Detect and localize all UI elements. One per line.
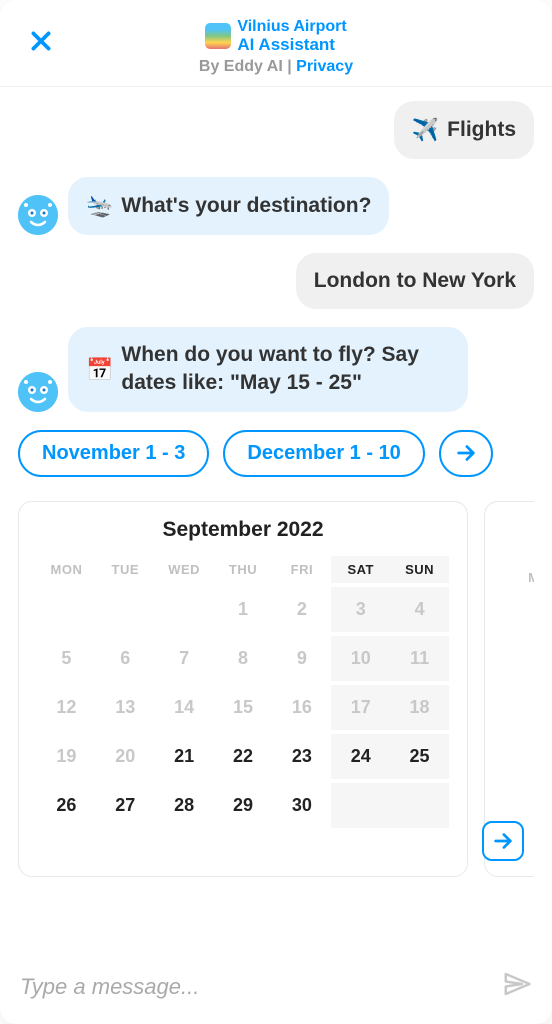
- calendar-icon: 📅: [86, 355, 113, 385]
- calendar-day: 7: [155, 636, 214, 681]
- title-line2: AI Assistant: [237, 36, 346, 55]
- date-chip[interactable]: November 1 - 3: [18, 430, 209, 477]
- calendar-day: 18: [390, 685, 449, 730]
- footer: [0, 949, 552, 1024]
- user-bubble: ✈️ Flights: [394, 101, 534, 159]
- calendar-row: September 2022 MONTUEWEDTHUFRISATSUN1234…: [18, 501, 534, 877]
- subtitle-sep: |: [283, 58, 296, 75]
- calendar-day: 5: [37, 636, 96, 681]
- message-text: Flights: [447, 116, 516, 144]
- calendar-day: [390, 783, 449, 828]
- date-chip[interactable]: December 1 - 10: [223, 430, 424, 477]
- more-chips-button[interactable]: [439, 430, 493, 477]
- calendar-day[interactable]: 29: [214, 783, 273, 828]
- calendar-day: [331, 783, 390, 828]
- calendar-day: 4: [390, 587, 449, 632]
- calendar-day: 14: [155, 685, 214, 730]
- suggestion-chips: November 1 - 3 December 1 - 10: [18, 430, 534, 477]
- message-row: ✈️ Flights: [18, 101, 534, 159]
- calendar-title: September 2022: [37, 518, 449, 542]
- close-icon: [28, 28, 54, 54]
- calendar-day[interactable]: 23: [272, 734, 331, 779]
- calendar-day[interactable]: 28: [155, 783, 214, 828]
- bot-bubble: 🛬 What's your destination?: [68, 177, 389, 235]
- arrow-right-icon: [492, 830, 514, 852]
- message-row: 📅 When do you want to fly? Say dates lik…: [18, 327, 534, 412]
- calendar-grid: MONTUEWEDTHUFRISATSUN1234567891011121314…: [37, 556, 449, 828]
- chat-body: ✈️ Flights 🛬 What's your destination?: [0, 87, 552, 949]
- day-of-week: WED: [155, 556, 214, 583]
- message-row: London to New York: [18, 253, 534, 309]
- day-of-week: FRI: [272, 556, 331, 583]
- title-line1: Vilnius Airport: [237, 18, 346, 36]
- airplane-icon: ✈️: [412, 115, 439, 145]
- close-button[interactable]: [28, 28, 54, 59]
- calendar-day[interactable]: 22: [214, 734, 273, 779]
- calendar-day[interactable]: 26: [37, 783, 96, 828]
- message-input[interactable]: [20, 974, 490, 1000]
- send-icon: [502, 969, 532, 999]
- calendar-next-button[interactable]: [482, 821, 524, 861]
- day-of-week: MON: [37, 556, 96, 583]
- calendar-day: 17: [331, 685, 390, 730]
- message-text: What's your destination?: [121, 192, 371, 220]
- privacy-link[interactable]: Privacy: [296, 58, 353, 75]
- calendar-day: 16: [272, 685, 331, 730]
- message-text: London to New York: [314, 267, 516, 295]
- calendar-day: 12: [37, 685, 96, 730]
- logo-icon: [205, 23, 231, 49]
- day-of-week: THU: [214, 556, 273, 583]
- calendar-day: 15: [214, 685, 273, 730]
- calendar-day: 1: [214, 587, 273, 632]
- calendar-day: 13: [96, 685, 155, 730]
- calendar-day[interactable]: 30: [272, 783, 331, 828]
- title-row: Vilnius Airport AI Assistant: [20, 18, 532, 54]
- calendar-day[interactable]: 24: [331, 734, 390, 779]
- user-bubble: London to New York: [296, 253, 534, 309]
- calendar-day: 6: [96, 636, 155, 681]
- calendar-day: [155, 587, 214, 632]
- calendar-day: [37, 587, 96, 632]
- calendar-day: [503, 595, 534, 619]
- message-text: When do you want to fly? Say dates like:…: [121, 341, 450, 398]
- message-row: 🛬 What's your destination?: [18, 177, 534, 235]
- day-of-week: SAT: [331, 556, 390, 583]
- calendar-day: 19: [37, 734, 96, 779]
- calendar-day: 3: [331, 587, 390, 632]
- calendar-day: [96, 587, 155, 632]
- bot-avatar: [18, 195, 58, 235]
- calendar: September 2022 MONTUEWEDTHUFRISATSUN1234…: [18, 501, 468, 877]
- landing-icon: 🛬: [86, 191, 113, 221]
- calendar-day: 10: [331, 636, 390, 681]
- robot-icon: [18, 195, 58, 235]
- arrow-right-icon: [455, 442, 477, 464]
- send-button[interactable]: [502, 969, 532, 1004]
- day-of-week: MON: [503, 564, 534, 591]
- subtitle-prefix: By Eddy AI: [199, 58, 283, 75]
- day-of-week: SUN: [390, 556, 449, 583]
- calendar-day[interactable]: 27: [96, 783, 155, 828]
- subtitle: By Eddy AI | Privacy: [20, 58, 532, 76]
- calendar-day: 20: [96, 734, 155, 779]
- calendar-day[interactable]: 3: [503, 623, 534, 668]
- bot-bubble: 📅 When do you want to fly? Say dates lik…: [68, 327, 468, 412]
- calendar-day: 11: [390, 636, 449, 681]
- calendar-day[interactable]: 24: [503, 770, 534, 815]
- calendar-day[interactable]: 17: [503, 721, 534, 766]
- robot-icon: [18, 372, 58, 412]
- calendar-day: 9: [272, 636, 331, 681]
- calendar-day[interactable]: 21: [155, 734, 214, 779]
- calendar-day: 2: [272, 587, 331, 632]
- calendar-day: 8: [214, 636, 273, 681]
- bot-avatar: [18, 372, 58, 412]
- day-of-week: TUE: [96, 556, 155, 583]
- header: Vilnius Airport AI Assistant By Eddy AI …: [0, 0, 552, 87]
- calendar-day[interactable]: 25: [390, 734, 449, 779]
